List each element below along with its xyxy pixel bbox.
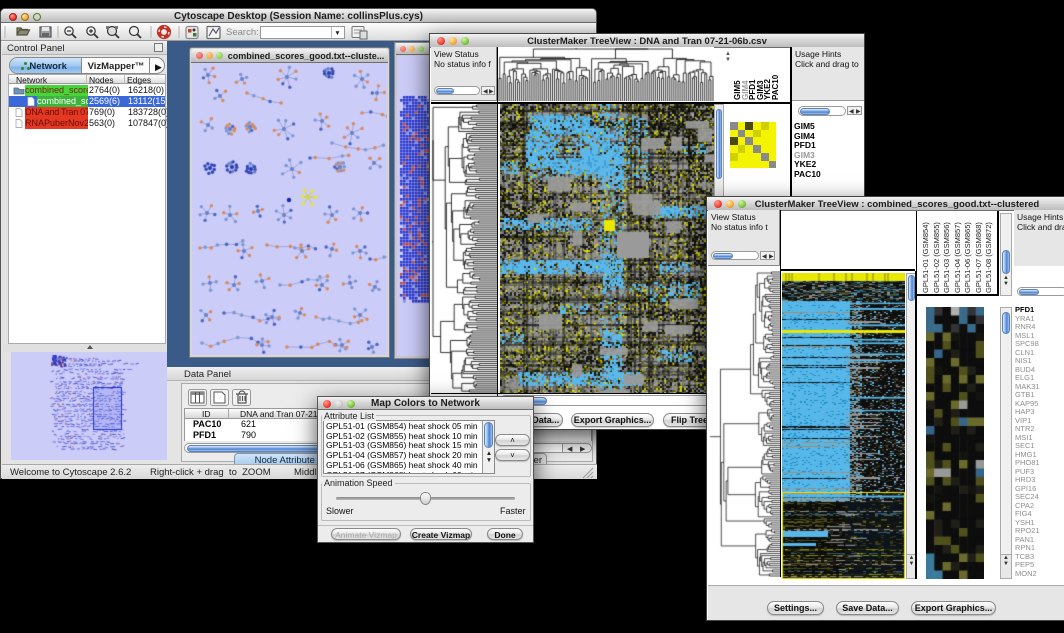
svg-text:Search:: Search: — [226, 27, 259, 38]
